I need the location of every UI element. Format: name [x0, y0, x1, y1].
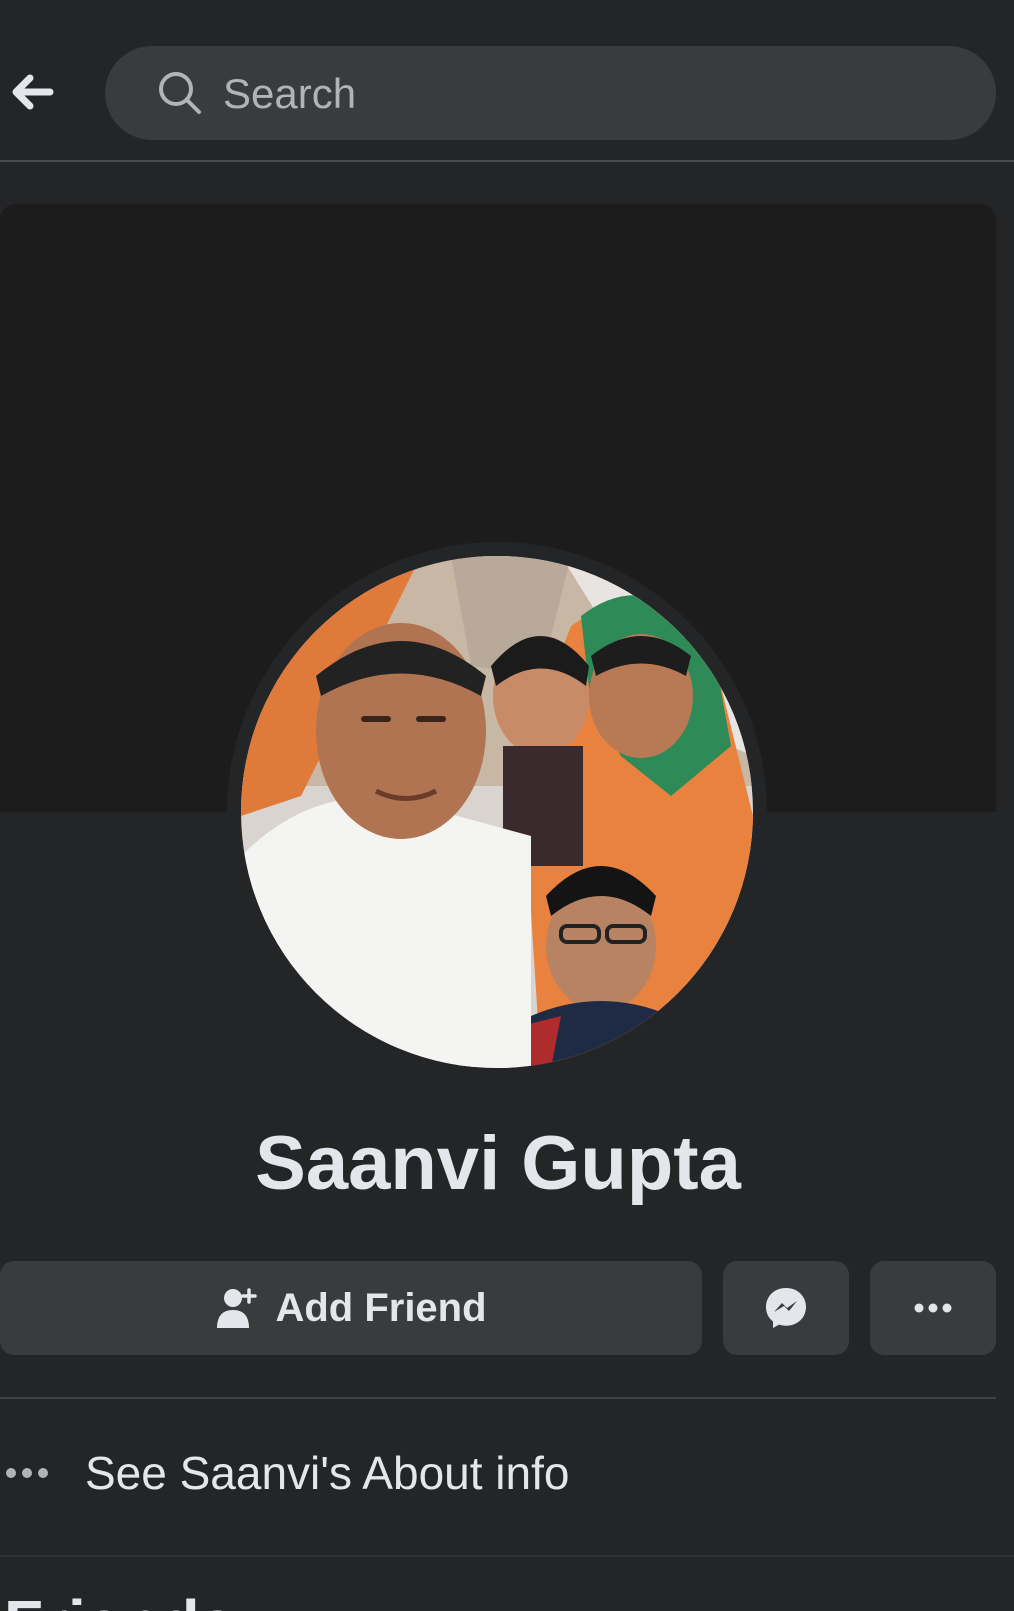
profile-page: Saanvi Gupta Add Friend See Saanvi's Ab [0, 0, 1014, 1611]
about-info-row[interactable]: See Saanvi's About info [0, 1420, 1014, 1530]
add-friend-label: Add Friend [275, 1285, 487, 1330]
search-bar[interactable] [105, 46, 996, 142]
about-info-label: See Saanvi's About info [85, 1447, 570, 1499]
person-add-icon [217, 1288, 258, 1328]
back-button[interactable] [6, 66, 58, 118]
more-options-button[interactable] [870, 1261, 996, 1355]
divider [0, 1555, 1014, 1557]
profile-name: Saanvi Gupta [255, 1121, 741, 1206]
search-input[interactable] [221, 46, 965, 142]
profile-avatar[interactable] [241, 556, 753, 1068]
messenger-icon [766, 1288, 806, 1328]
avatar-photo [241, 556, 753, 1068]
friends-heading: Friends [4, 1586, 235, 1611]
more-dots-icon [914, 1303, 952, 1313]
message-button[interactable] [723, 1261, 849, 1355]
dots-icon [6, 1468, 48, 1478]
add-friend-button[interactable]: Add Friend [0, 1261, 702, 1355]
divider [0, 1397, 996, 1399]
arrow-left-icon [12, 74, 54, 110]
top-bar [0, 0, 1014, 162]
search-icon [159, 72, 201, 114]
